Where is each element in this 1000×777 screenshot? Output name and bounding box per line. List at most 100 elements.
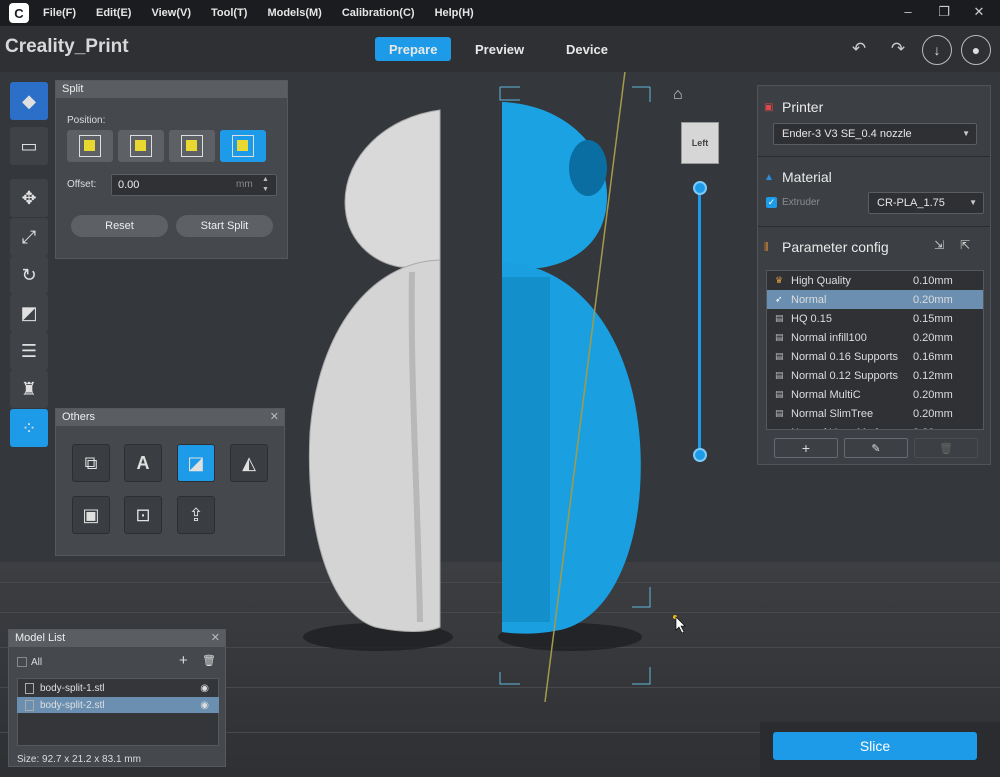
list-tool-icon[interactable]: ☰ — [10, 332, 48, 370]
import-profile-icon[interactable]: ⇲ — [934, 238, 944, 252]
printer-select[interactable]: Ender-3 V3 SE_0.4 nozzle ▼ — [773, 123, 977, 145]
maximize-icon[interactable]: ❐ — [934, 4, 954, 22]
add-profile-button[interactable]: + — [774, 438, 838, 458]
text-tool-icon[interactable]: A — [124, 444, 162, 482]
profile-row[interactable]: ➶ Normal 0.20mm — [767, 290, 983, 309]
lay-flat-tool-icon[interactable]: ◩ — [10, 294, 48, 332]
profile-row[interactable]: ▤ Normal 0.16 Supports 0.16mm — [767, 347, 983, 366]
profile-row[interactable]: ▤ Normal MultiC 0.20mm — [767, 385, 983, 404]
cube-y-icon — [130, 135, 152, 157]
split-custom-button[interactable] — [220, 130, 266, 162]
profile-name: Normal 0.12 Supports — [791, 369, 898, 382]
profile-layer-height: 0.20mm — [913, 407, 953, 420]
reset-button[interactable]: Reset — [71, 215, 168, 237]
edit-profile-button[interactable]: ✎ — [844, 438, 908, 458]
close-icon[interactable]: ✕ — [270, 409, 279, 426]
user-avatar-icon[interactable]: ● — [961, 35, 991, 65]
offset-input[interactable]: 0.00 mm ▲ ▼ — [111, 174, 277, 196]
model-library-icon[interactable]: ◆ — [10, 82, 48, 120]
support-tool-icon[interactable]: ♜ — [10, 370, 48, 408]
profile-row[interactable]: ▤ Normal 0.12 Supports 0.12mm — [767, 366, 983, 385]
split-y-button[interactable] — [118, 130, 164, 162]
extruder-checkbox[interactable]: ✓ — [766, 197, 777, 208]
hollow-tool-icon[interactable]: ▣ — [72, 496, 110, 534]
profile-row[interactable]: ▤ Normal infill100 0.20mm — [767, 328, 983, 347]
profile-row[interactable]: ▤ HQ 0.15 0.15mm — [767, 309, 983, 328]
view-cube[interactable]: Left — [681, 122, 719, 164]
export-profile-icon[interactable]: ⇱ — [960, 238, 970, 252]
profile-row[interactable]: ▤ Normal SlimTree 0.20mm — [767, 404, 983, 423]
scale-tool-icon[interactable]: ⤢ — [10, 218, 48, 256]
crown-icon: ♛ — [775, 275, 784, 285]
material-select[interactable]: CR-PLA_1.75 ▼ — [868, 192, 984, 214]
menu-calibration[interactable]: Calibration(C) — [342, 7, 415, 19]
split-tool-icon[interactable]: ◪ — [177, 444, 215, 482]
profile-row[interactable]: ▤ Normal Vase Mode0.20mm — [767, 423, 983, 430]
position-label: Position: — [67, 115, 106, 126]
delete-model-icon[interactable]: 🗑 — [202, 654, 216, 667]
menu-view[interactable]: View(V) — [151, 7, 191, 19]
doc-icon: ▤ — [775, 313, 784, 323]
offset-stepper-icon[interactable]: ▲ ▼ — [262, 175, 269, 195]
select-all-checkbox[interactable] — [17, 657, 27, 667]
mirror-tool-icon[interactable]: ◭ — [230, 444, 268, 482]
minimize-icon[interactable]: – — [898, 4, 918, 22]
menu-file[interactable]: File(F) — [43, 7, 76, 19]
tab-preview[interactable]: Preview — [461, 37, 538, 61]
tab-prepare[interactable]: Prepare — [375, 37, 452, 61]
profile-name: Normal infill100 — [791, 331, 867, 344]
profile-layer-height: 0.10mm — [913, 274, 953, 287]
close-icon[interactable]: ✕ — [969, 4, 989, 22]
visibility-eye-icon[interactable]: ◉ — [200, 700, 209, 711]
more-tools-icon[interactable]: ⁘ — [10, 409, 48, 447]
rotate-tool-icon[interactable]: ↻ — [10, 256, 48, 294]
layer-slider-top-handle[interactable] — [693, 181, 707, 195]
menu-models[interactable]: Models(M) — [267, 7, 321, 19]
profile-layer-height: 0.12mm — [913, 369, 953, 382]
clone-icon[interactable]: ⧉ — [72, 444, 110, 482]
export-tool-icon[interactable]: ⇪ — [177, 496, 215, 534]
profile-name: Normal Vase Mode — [791, 427, 916, 430]
move-tool-icon[interactable]: ✥ — [10, 179, 48, 217]
material-icon: ▲ — [764, 171, 774, 183]
open-file-icon[interactable]: ▭ — [10, 127, 48, 165]
split-z-button[interactable] — [169, 130, 215, 162]
measure-tool-icon[interactable]: ⊡ — [124, 496, 162, 534]
extruder-label: Extruder — [782, 197, 820, 208]
model-list-title: Model List ✕ — [9, 630, 225, 647]
download-icon[interactable]: ↓ — [922, 35, 952, 65]
file-icon — [25, 699, 34, 711]
material-section-title: ▲ Material — [764, 169, 832, 185]
redo-icon[interactable]: ↷ — [885, 36, 911, 62]
menu-tool[interactable]: Tool(T) — [211, 7, 247, 19]
split-panel-title: Split — [56, 81, 287, 98]
parameter-config-title: ⫼ Parameter config — [764, 239, 889, 255]
add-model-icon[interactable]: + — [179, 652, 188, 669]
delete-profile-button[interactable]: 🗑 — [914, 438, 978, 458]
doc-icon: ▤ — [775, 408, 784, 418]
layer-slider-track[interactable] — [698, 188, 701, 456]
undo-icon[interactable]: ↶ — [846, 36, 872, 62]
profile-layer-height: 0.20mm — [913, 331, 953, 344]
split-x-button[interactable] — [67, 130, 113, 162]
right-settings-panel: ▣ Printer Ender-3 V3 SE_0.4 nozzle ▼ ▲ Mate… — [757, 85, 991, 465]
profile-name: Normal 0.16 Supports — [791, 350, 898, 363]
layer-slider-bottom-handle[interactable] — [693, 448, 707, 462]
menu-edit[interactable]: Edit(E) — [96, 7, 131, 19]
visibility-eye-icon[interactable]: ◉ — [200, 683, 209, 694]
close-icon[interactable]: ✕ — [211, 630, 220, 647]
sliders-icon: ⫼ — [764, 241, 769, 253]
home-view-icon[interactable]: ⌂ — [673, 86, 683, 104]
profile-name: HQ 0.15 — [791, 312, 832, 325]
rocket-icon: ➶ — [775, 294, 783, 304]
profile-row[interactable]: ♛ High Quality 0.10mm — [767, 271, 983, 290]
slice-button[interactable]: Slice — [773, 732, 977, 760]
tab-device[interactable]: Device — [552, 37, 622, 61]
others-panel: Others ✕ ⧉ A ◪ ◭ ▣ ⊡ ⇪ — [55, 408, 285, 556]
doc-icon: ▤ — [775, 370, 784, 380]
start-split-button[interactable]: Start Split — [176, 215, 273, 237]
model-row-2[interactable]: body-split-2.stl ◉ — [17, 697, 219, 713]
model-row-1[interactable]: body-split-1.stl ◉ — [17, 680, 219, 696]
select-all-label: All — [31, 657, 43, 668]
menu-help[interactable]: Help(H) — [435, 7, 474, 19]
